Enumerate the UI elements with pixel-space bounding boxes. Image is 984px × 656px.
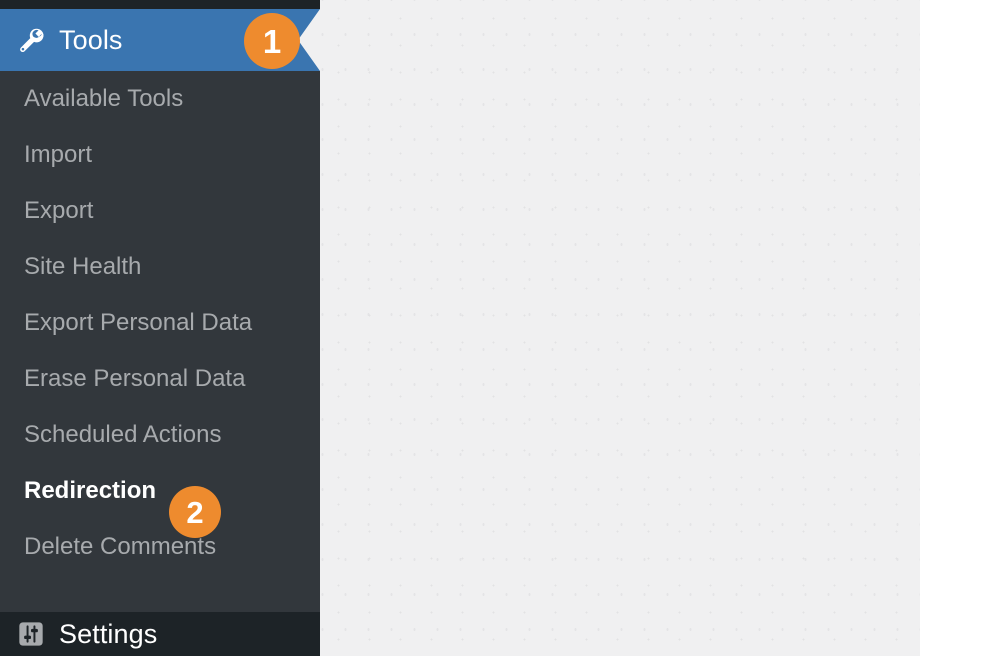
sidebar-item-label: Redirection: [24, 477, 157, 504]
sliders-settings-icon: [14, 617, 48, 651]
sidebar-item-available-tools[interactable]: Available Tools: [0, 71, 320, 127]
sidebar-item-label: Erase Personal Data: [24, 365, 246, 392]
sidebar-item-redirection[interactable]: Redirection: [0, 463, 320, 519]
main-content-area: [320, 0, 920, 656]
sidebar-item-label: Scheduled Actions: [24, 421, 222, 448]
sidebar-item-label: Export: [24, 197, 94, 224]
sidebar-item-label: Available Tools: [24, 85, 184, 112]
step-badge-1: 1: [244, 13, 300, 69]
admin-sidebar: Tools Available Tools Import Export Site…: [0, 0, 320, 656]
sidebar-item-label: Import: [24, 141, 93, 168]
main-content-white-area: [920, 0, 984, 656]
sidebar-item-export[interactable]: Export: [0, 183, 320, 239]
sidebar-item-scheduled-actions[interactable]: Scheduled Actions: [0, 407, 320, 463]
step-badge-2: 2: [169, 486, 221, 538]
sidebar-item-erase-personal-data[interactable]: Erase Personal Data: [0, 351, 320, 407]
sidebar-item-label: Export Personal Data: [24, 309, 253, 336]
sidebar-item-label: Site Health: [24, 253, 142, 280]
sidebar-top-strip: [0, 0, 320, 9]
sidebar-item-import[interactable]: Import: [0, 127, 320, 183]
sidebar-menu-settings[interactable]: Settings: [0, 612, 320, 656]
sidebar-menu-tools-label: Tools: [59, 24, 123, 55]
wrench-icon: [14, 23, 48, 57]
sidebar-menu-settings-label: Settings: [59, 618, 158, 649]
sidebar-item-delete-comments[interactable]: Delete Comments: [0, 519, 320, 575]
sidebar-menu-tools-row: Tools: [0, 9, 123, 71]
sidebar-submenu-tools: Available Tools Import Export Site Healt…: [0, 71, 320, 575]
sidebar-item-label: Delete Comments: [24, 533, 217, 560]
sidebar-item-site-health[interactable]: Site Health: [0, 239, 320, 295]
admin-screen: Tools Available Tools Import Export Site…: [0, 0, 984, 656]
sidebar-item-export-personal-data[interactable]: Export Personal Data: [0, 295, 320, 351]
